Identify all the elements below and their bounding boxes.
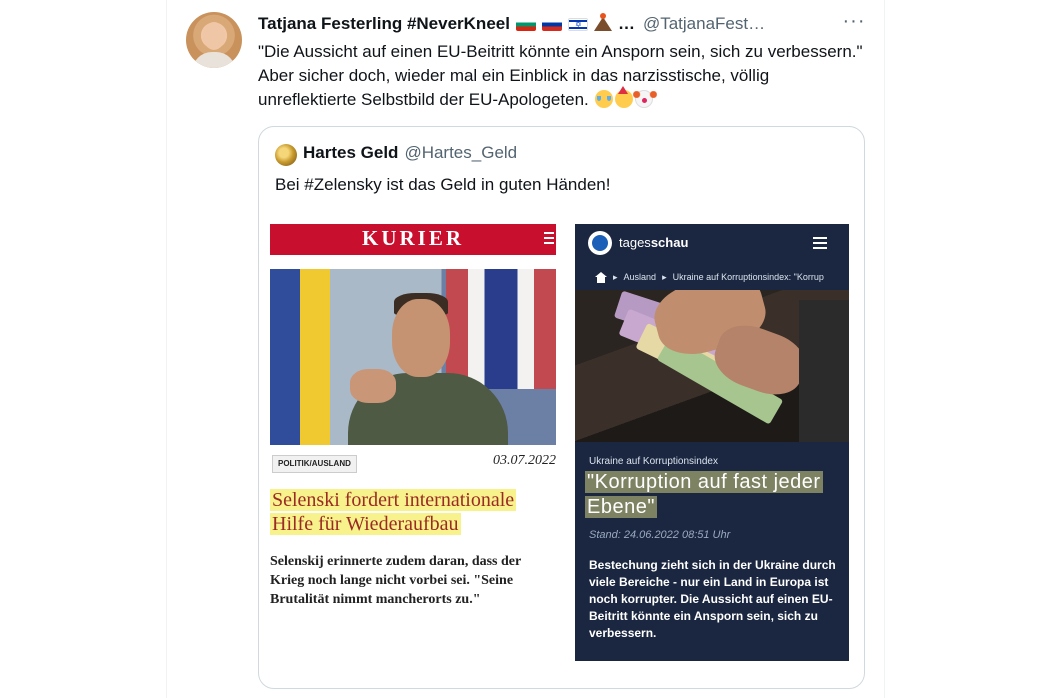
breadcrumb-separator: ▸	[662, 271, 667, 282]
flag-bulgaria-icon	[515, 17, 536, 31]
article-timestamp: Stand: 24.06.2022 08:51 Uhr	[589, 529, 731, 541]
tagesschau-header-bar: tagesschau	[575, 224, 849, 262]
clown-face-emoji	[633, 90, 658, 108]
more-options-icon[interactable]: ···	[840, 11, 868, 34]
tagesschau-logo-icon	[588, 231, 612, 255]
name-ellipsis: …	[617, 14, 635, 33]
tagesschau-headline: "Korruption auf fast jeder Ebene"	[585, 470, 845, 520]
breadcrumb-item-article: Ukraine auf Korruptionsindex: "Korrup	[672, 272, 824, 282]
zelensky-photo: i	[270, 269, 556, 445]
tweet-text: "Die Aussicht auf einen EU-Beitritt könn…	[258, 40, 868, 112]
author-avatar[interactable]	[186, 12, 242, 68]
tagesschau-body-text: Bestechung zieht sich in der Ukraine dur…	[589, 558, 836, 640]
flag-israel-icon: ✡	[567, 17, 588, 31]
tears-of-joy-emoji	[595, 90, 614, 108]
quoted-tweet[interactable]: Hartes Geld @Hartes_Geld Bei #Zelensky i…	[258, 126, 865, 689]
kurier-logo: KURIER	[361, 226, 464, 250]
article-kicker: Ukraine auf Korruptionsindex	[589, 456, 718, 467]
kurier-header-bar: KURIER	[270, 224, 556, 255]
hamburger-menu-icon	[544, 232, 554, 244]
home-icon	[595, 271, 607, 283]
section-tag: POLITIK/AUSLAND	[272, 455, 357, 473]
breadcrumb-item-ausland: Ausland	[623, 272, 657, 282]
quoted-author-handle: @Hartes_Geld	[404, 143, 518, 162]
tweet-header: Tatjana Festerling #NeverKneel ✡ … @Tatj…	[258, 13, 765, 35]
hamburger-menu-icon	[813, 237, 827, 252]
tweet-body: "Die Aussicht auf einen EU-Beitritt könn…	[258, 42, 863, 109]
kurier-article-image[interactable]: KURIER i POLITIK/AUSLAND 03.07.2022 Sele…	[270, 224, 556, 661]
timeline-border-right	[884, 0, 885, 698]
quoted-tweet-text: Bei #Zelensky ist das Geld in guten Händ…	[275, 175, 611, 194]
quoted-author-name: Hartes Geld	[303, 143, 399, 162]
author-handle[interactable]: @TatjanaFest…	[643, 14, 765, 34]
money-photo	[575, 290, 849, 442]
kurier-body-text: Selenskij erinnerte zudem daran, dass de…	[270, 554, 521, 607]
kurier-headline-text: Selenski fordert internationale Hilfe fü…	[270, 489, 517, 535]
party-face-emoji	[615, 86, 634, 108]
article-date: 03.07.2022	[493, 453, 556, 468]
timeline-border-left	[166, 0, 167, 698]
tagesschau-article-image[interactable]: tagesschau ▸ Ausland ▸ Ukraine auf Korru…	[575, 224, 849, 661]
author-name[interactable]: Tatjana Festerling #NeverKneel	[258, 14, 510, 34]
breadcrumb: ▸ Ausland ▸ Ukraine auf Korruptionsindex…	[595, 270, 849, 284]
quoted-author-avatar	[275, 144, 297, 166]
breadcrumb-separator: ▸	[613, 271, 618, 282]
tagesschau-headline-text: "Korruption auf fast jeder Ebene"	[585, 471, 823, 518]
volcano-icon	[593, 13, 612, 31]
kurier-headline: Selenski fordert internationale Hilfe fü…	[270, 488, 556, 536]
flag-russia-icon	[541, 17, 562, 31]
tagesschau-logo: tagesschau	[619, 235, 689, 250]
quoted-tweet-header: Hartes Geld @Hartes_Geld	[303, 143, 517, 163]
